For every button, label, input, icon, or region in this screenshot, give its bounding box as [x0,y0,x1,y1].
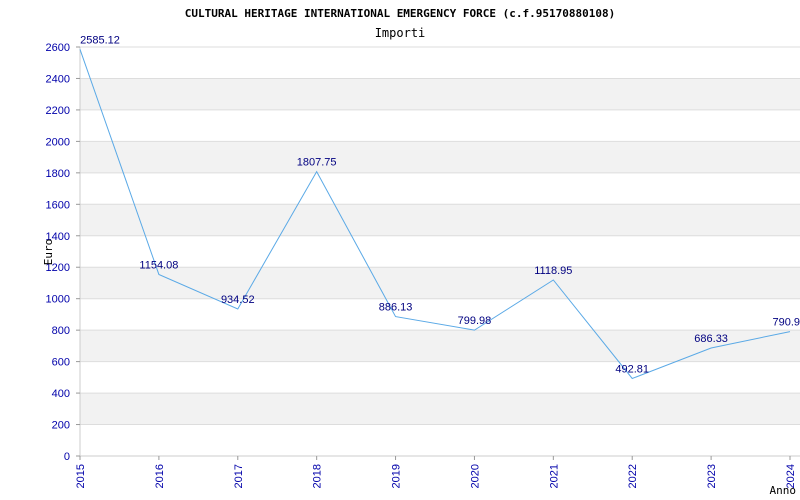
y-tick-label: 1800 [46,168,70,180]
grid-bands [80,78,800,425]
data-label: 1807.75 [297,157,337,169]
x-ticks: 2015 2016 2017 2018 2019 2020 2021 2022 2023 2024 [75,456,797,488]
grid-band [80,330,800,362]
grid-band [80,393,800,425]
data-label: 2585.12 [80,34,120,46]
data-label: 934.52 [221,294,255,306]
grid-band [80,78,800,110]
y-tick-label: 1600 [46,199,70,211]
y-tick-label: 600 [52,357,70,369]
y-tick-label: 800 [52,325,70,337]
grid-band [80,267,800,299]
y-tick-label: 2200 [46,105,70,117]
chart-title: CULTURAL HERITAGE INTERNATIONAL EMERGENC… [185,7,615,20]
grid-band [80,141,800,173]
x-tick-label: 2017 [233,464,245,488]
data-label: 686.33 [694,333,728,345]
data-label: 799.98 [458,315,492,327]
x-tick-label: 2018 [312,464,324,488]
y-tick-label: 400 [52,388,70,400]
data-label: 492.81 [615,363,649,375]
y-tick-label: 0 [64,451,70,463]
grid-band [80,204,800,236]
x-tick-label: 2023 [706,464,718,488]
y-tick-label: 1000 [46,294,70,306]
x-tick-label: 2020 [469,464,481,488]
y-tick-label: 200 [52,420,70,432]
line-chart: 0200400600800100012001400160018002000220… [42,7,800,497]
y-tick-label: 2600 [46,42,70,54]
data-label: 790.9 [772,317,800,329]
x-tick-label: 2019 [391,464,403,488]
y-axis-label: Euro [42,239,55,266]
x-tick-label: 2016 [154,464,166,488]
data-label: 1118.95 [534,265,572,277]
x-tick-label: 2022 [627,464,639,488]
data-label: 1154.08 [139,259,178,271]
x-tick-label: 2015 [75,464,87,488]
x-axis-label: Anno [770,484,797,497]
x-tick-label: 2021 [548,464,560,488]
y-tick-label: 2400 [46,73,70,85]
data-label: 886.13 [379,302,413,314]
chart-subtitle: Importi [375,26,426,40]
y-tick-label: 2000 [46,136,70,148]
